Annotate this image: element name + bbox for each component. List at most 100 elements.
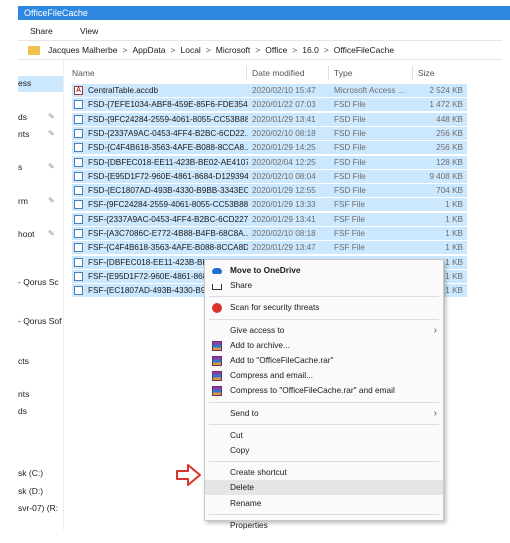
ribbon-tabs: Share View: [18, 22, 510, 40]
file-row[interactable]: CentralTable.accdb 2020/02/10 15:47 Micros…: [72, 84, 467, 97]
file-row[interactable]: FSD-{E95D1F72-960E-4861-8684-D129394... 2…: [72, 169, 467, 183]
menu-item-label: Rename: [230, 497, 262, 508]
file-date: 2020/01/29 13:41: [252, 214, 316, 224]
menu-item-rename[interactable]: Rename: [205, 496, 443, 511]
pin-icon[interactable]: ✎: [48, 229, 55, 238]
breadcrumb-item[interactable]: 16.0: [302, 45, 319, 55]
file-row[interactable]: FSD-{C4F4B618-3563-4AFE-B088-8CCA8... 202…: [72, 141, 467, 155]
address-bar[interactable]: Jacques Malherbe > AppData > Local > Microsoft…: [18, 40, 502, 60]
nav-item[interactable]: cts: [18, 356, 62, 366]
nav-item[interactable]: - Qorus Sof: [18, 316, 62, 326]
nav-item[interactable]: hoot: [18, 229, 62, 239]
file-row[interactable]: FSD-{EC1807AD-493B-4330-B9BB-3343EC... 20…: [72, 184, 467, 198]
tab-share[interactable]: Share: [30, 26, 53, 36]
file-type: Microsoft Access ...: [334, 86, 405, 95]
column-header-size[interactable]: Size: [418, 68, 435, 78]
pin-icon[interactable]: ✎: [48, 129, 55, 138]
menu-item-give-access-to[interactable]: Give access to ›: [205, 323, 443, 338]
folder-icon: [28, 46, 40, 55]
breadcrumb-separator[interactable]: >: [122, 45, 127, 55]
pin-icon[interactable]: ✎: [48, 196, 55, 205]
file-name: FSD-{E95D1F72-960E-4861-8684-D129394...: [88, 171, 248, 181]
file-row[interactable]: FSD-{9FC24284-2559-4061-8055-CC53B88... 2…: [72, 112, 467, 126]
menu-item-add-to-officefilecache-rar[interactable]: Add to "OfficeFileCache.rar": [205, 353, 443, 368]
nav-item[interactable]: sk (C:): [18, 468, 62, 478]
menu-item-compress-to-officefilecache-rar-and-email[interactable]: Compress to "OfficeFileCache.rar" and em…: [205, 383, 443, 398]
menu-item-send-to[interactable]: Send to ›: [205, 406, 443, 421]
pin-icon[interactable]: ✎: [48, 162, 55, 171]
file-row[interactable]: FSF-{C4F4B618-3563-4AFE-B088-8CCA8D... 20…: [72, 241, 467, 255]
menu-item-add-to-archive[interactable]: Add to archive...: [205, 338, 443, 353]
file-type: FSD File: [334, 171, 366, 181]
file-type: FSD File: [334, 128, 366, 138]
file-type: FSD File: [334, 100, 366, 110]
menu-item-move-to-onedrive[interactable]: Move to OneDrive: [205, 263, 443, 278]
winrar-icon: [212, 371, 222, 382]
menu-item-delete[interactable]: Delete: [205, 480, 443, 496]
column-divider[interactable]: [412, 66, 413, 80]
file-icon: [74, 157, 83, 167]
breadcrumb-item[interactable]: Local: [181, 45, 201, 55]
file-icon: [74, 186, 83, 196]
nav-item[interactable]: - Qorus Sc: [18, 277, 62, 287]
breadcrumb-item[interactable]: Office: [265, 45, 287, 55]
file-date: 2020/01/29 13:41: [252, 114, 316, 124]
nav-item[interactable]: nts: [18, 129, 62, 139]
breadcrumb-item[interactable]: Microsoft: [216, 45, 250, 55]
breadcrumb-separator[interactable]: >: [255, 45, 260, 55]
file-date: 2020/01/29 13:47: [252, 243, 316, 253]
file-icon: [74, 214, 83, 224]
breadcrumb-item[interactable]: OfficeFileCache: [334, 45, 394, 55]
file-row[interactable]: FSD-{DBFEC018-EE11-423B-BE02-AE4107... 20…: [72, 155, 467, 169]
breadcrumb-item[interactable]: AppData: [132, 45, 165, 55]
column-header-name[interactable]: Name: [72, 68, 95, 78]
breadcrumb-item[interactable]: Jacques Malherbe: [48, 45, 117, 55]
nav-item[interactable]: s: [18, 162, 62, 172]
tab-view[interactable]: View: [80, 26, 98, 36]
nav-item[interactable]: rm: [18, 196, 62, 206]
pin-icon[interactable]: ✎: [48, 112, 55, 121]
winrar-icon: [212, 340, 222, 351]
column-header-type[interactable]: Type: [334, 68, 352, 78]
file-icon: [74, 257, 83, 267]
file-size: 256 KB: [436, 128, 463, 138]
nav-item[interactable]: nts: [18, 389, 62, 399]
nav-item[interactable]: sk (D:): [18, 486, 62, 496]
menu-item-scan-for-security-threats[interactable]: Scan for security threats: [205, 300, 443, 315]
file-row[interactable]: FSF-{A3C7086C-E772-4B88-B4FB-68C8A... 202…: [72, 227, 467, 240]
menu-separator: [209, 513, 439, 515]
file-row[interactable]: FSF-{9FC24284-2559-4061-8055-CC53B88... 2…: [72, 198, 467, 212]
nav-item[interactable]: ds: [18, 406, 62, 416]
menu-item-copy[interactable]: Copy: [205, 443, 443, 458]
file-size: 704 KB: [436, 186, 463, 196]
onedrive-icon: [212, 268, 222, 274]
file-row[interactable]: FSD-{2337A9AC-0453-4FF4-B2BC-6CD22... 202…: [72, 126, 467, 140]
menu-item-properties[interactable]: Properties: [205, 518, 443, 533]
menu-item-label: Share: [230, 280, 253, 291]
menu-item-share[interactable]: Share: [205, 278, 443, 293]
menu-item-compress-and-email[interactable]: Compress and email...: [205, 368, 443, 383]
file-icon: [74, 171, 83, 181]
breadcrumb-separator[interactable]: >: [171, 45, 176, 55]
breadcrumb-separator[interactable]: >: [206, 45, 211, 55]
file-icon: [74, 128, 83, 138]
column-divider[interactable]: [246, 66, 247, 80]
access-icon: [74, 84, 83, 97]
file-row[interactable]: FSD-{7EFE1034-ABF8-459E-85F6-FDE3548... 2…: [72, 98, 467, 112]
nav-item[interactable]: ds: [18, 112, 62, 122]
column-divider[interactable]: [328, 66, 329, 80]
chevron-right-icon: ›: [433, 407, 437, 419]
breadcrumb-separator[interactable]: >: [324, 45, 329, 55]
menu-item-create-shortcut[interactable]: Create shortcut: [205, 465, 443, 480]
breadcrumb-separator[interactable]: >: [292, 45, 297, 55]
nav-item[interactable]: ess: [18, 78, 62, 88]
nav-item[interactable]: svr-07) (R:: [18, 503, 62, 513]
context-menu: Move to OneDrive Share Scan for security t…: [204, 259, 444, 530]
file-type: FSD File: [334, 186, 366, 196]
file-date: 2020/02/10 15:47: [252, 86, 316, 95]
menu-item-cut[interactable]: Cut: [205, 428, 443, 443]
file-type: FSF File: [334, 243, 365, 253]
file-row[interactable]: FSF-{2337A9AC-0453-4FF4-B2BC-6CD227... 20…: [72, 212, 467, 226]
column-header-date[interactable]: Date modified: [252, 68, 304, 78]
file-type: FSF File: [334, 214, 365, 224]
